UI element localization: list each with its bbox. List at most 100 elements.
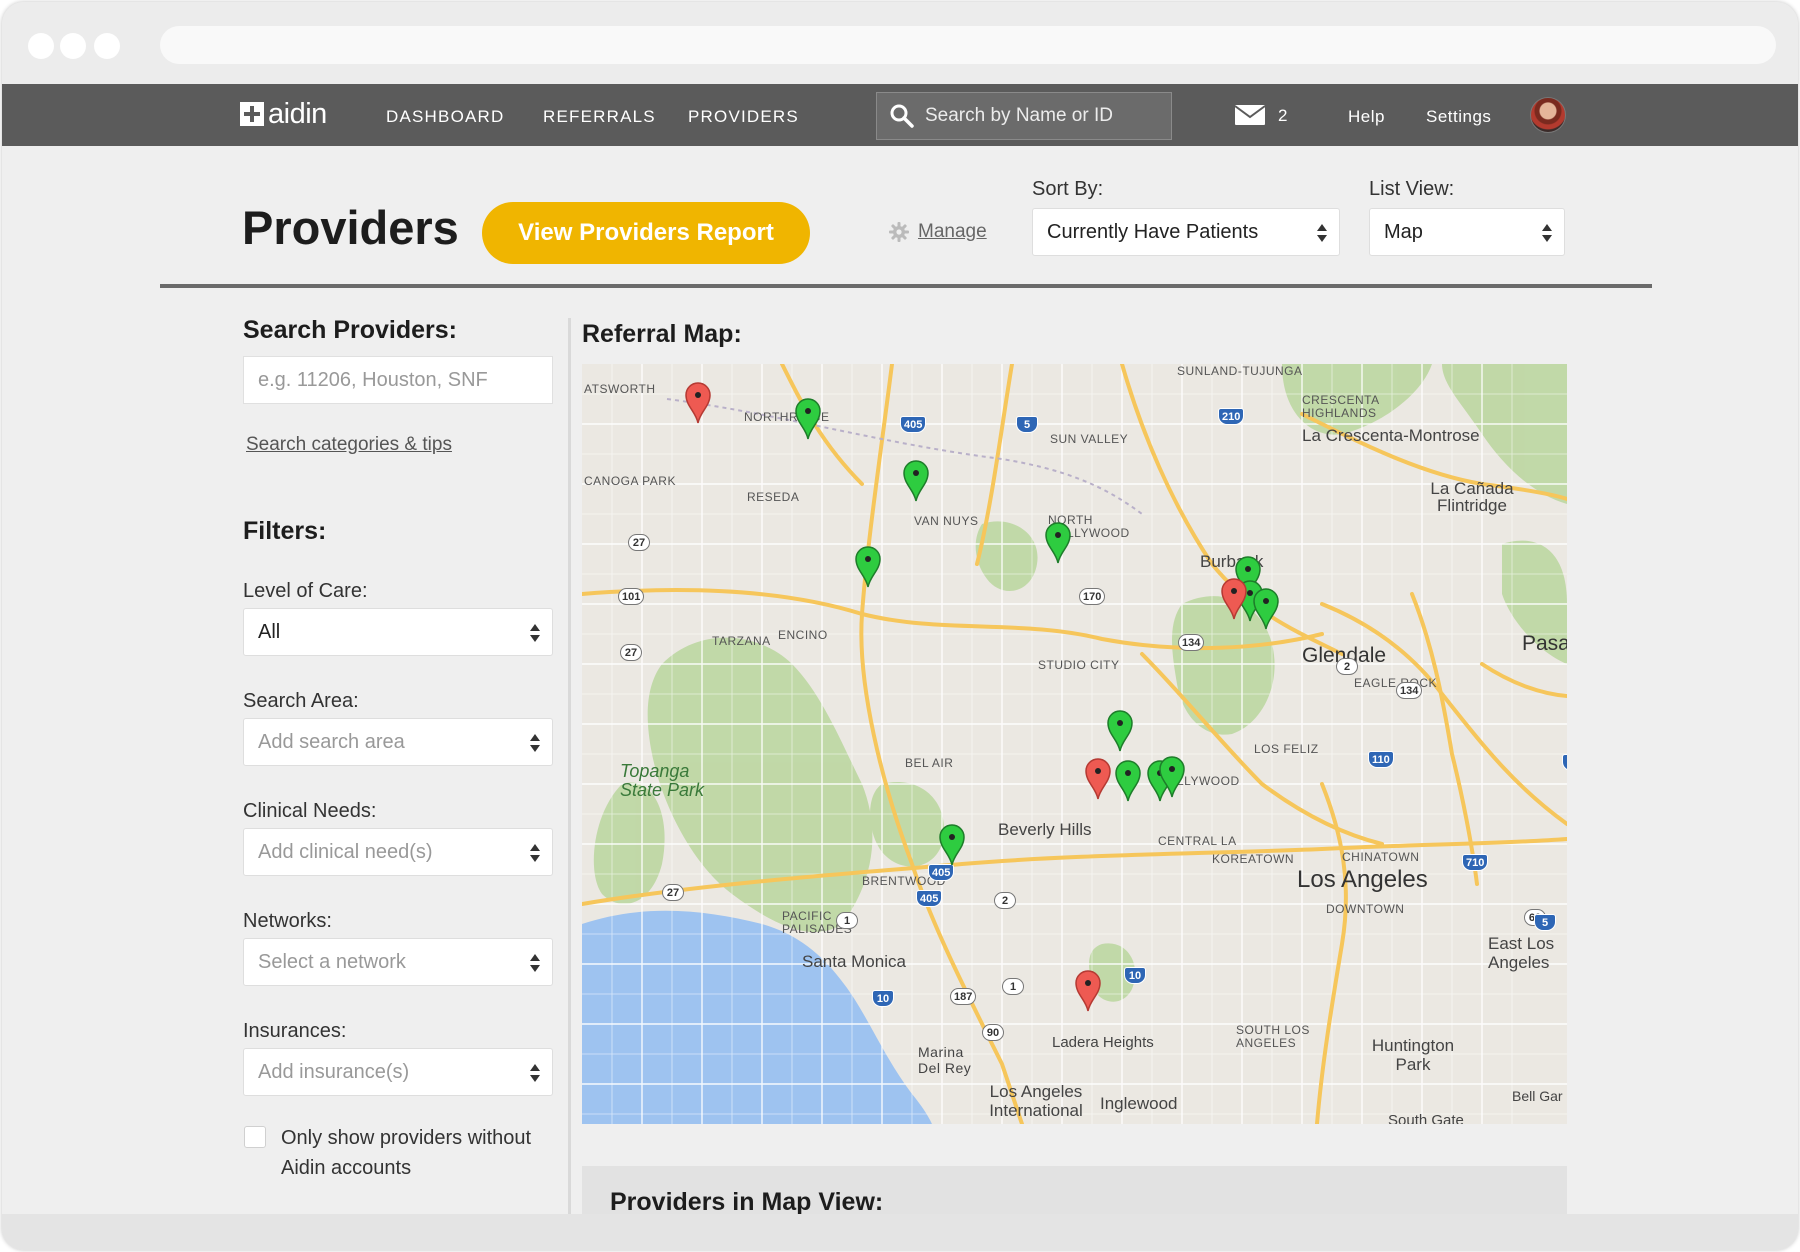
highway-shield: 101: [618, 588, 645, 605]
global-search: [876, 92, 1172, 140]
top-nav: aidin DASHBOARD REFERRALS PROVIDERS 2 He…: [2, 84, 1798, 146]
nav-dashboard[interactable]: DASHBOARD: [386, 107, 505, 127]
highway-shield: 405: [916, 890, 943, 907]
highway-shield: 5: [1016, 416, 1038, 433]
highway-shield: 2: [1336, 658, 1358, 675]
manage-link[interactable]: Manage: [888, 221, 987, 243]
providers-in-map-view-heading: Providers in Map View:: [610, 1188, 884, 1216]
provider-search-input[interactable]: e.g. 11206, Houston, SNF: [243, 356, 553, 404]
highway-shield: 90: [982, 1024, 1004, 1041]
search-tips-link[interactable]: Search categories & tips: [246, 434, 452, 456]
map-label: RESEDA: [747, 490, 800, 504]
search-providers-heading: Search Providers:: [243, 316, 457, 344]
map-label: SUNLAND-TUJUNGA: [1177, 364, 1303, 378]
map-marker-icon: [939, 824, 965, 866]
sort-by-value: Currently Have Patients: [1047, 220, 1259, 243]
sidebar-divider: [568, 318, 571, 1218]
page-title: Providers: [242, 201, 459, 254]
user-avatar[interactable]: [1530, 97, 1566, 133]
search-area-value: Add search area: [258, 730, 405, 753]
level-of-care-select[interactable]: All: [243, 608, 553, 656]
map-pin-green[interactable]: [901, 458, 931, 502]
search-area-select[interactable]: Add search area: [243, 718, 553, 766]
networks-select[interactable]: Select a network: [243, 938, 553, 986]
highway-shield: 5: [1534, 914, 1556, 931]
window-close-dot[interactable]: [28, 33, 54, 59]
map-pin-red[interactable]: [683, 380, 713, 424]
map-pin-green[interactable]: [1251, 586, 1281, 630]
highway-shield: 27: [628, 534, 650, 551]
map-pin-green[interactable]: [1113, 758, 1143, 802]
aidin-logo[interactable]: aidin: [240, 98, 327, 130]
map-label: Beverly Hills: [998, 820, 1092, 839]
level-of-care-value: All: [258, 620, 281, 643]
highway-shield: 210: [1218, 408, 1245, 425]
highway-shield: 10: [872, 990, 894, 1007]
select-arrows-icon: [1317, 223, 1327, 243]
select-arrows-icon: [530, 733, 540, 753]
mail-icon[interactable]: [1234, 104, 1266, 126]
map-label: La Cañada Flintridge: [1430, 479, 1514, 515]
map-pin-green[interactable]: [853, 544, 883, 588]
map-pin-red[interactable]: [1073, 968, 1103, 1012]
map-pin-green[interactable]: [1157, 754, 1187, 798]
highway-shield: 405: [928, 864, 955, 881]
insurances-label: Insurances:: [243, 1020, 347, 1042]
map-marker-icon: [1253, 588, 1279, 630]
map-pin-green[interactable]: [1043, 520, 1073, 564]
plus-logo-icon: [240, 102, 264, 126]
highway-shield: 10: [1124, 967, 1146, 984]
map-label: East Los Angeles: [1488, 934, 1555, 972]
select-arrows-icon: [1542, 223, 1552, 243]
map-label: South Gate: [1388, 1112, 1464, 1124]
referral-map[interactable]: SUNLAND-TUJUNGA CRESCENTA HIGHLANDS La C…: [582, 364, 1567, 1124]
highway-shield: 405: [900, 416, 927, 433]
map-pin-green[interactable]: [1105, 708, 1135, 752]
sort-by-select[interactable]: Currently Have Patients: [1032, 208, 1340, 256]
select-arrows-icon: [530, 623, 540, 643]
select-arrows-icon: [530, 953, 540, 973]
nav-settings[interactable]: Settings: [1426, 107, 1491, 127]
map-label: Inglewood: [1100, 1094, 1178, 1113]
map-pin-green[interactable]: [937, 822, 967, 866]
map-marker-icon: [1075, 970, 1101, 1012]
map-pin-green[interactable]: [793, 396, 823, 440]
map-label: SOUTH LOS ANGELES: [1236, 1023, 1310, 1050]
map-label: Bell Gar: [1512, 1088, 1563, 1104]
list-view-value: Map: [1384, 220, 1423, 243]
filters-heading: Filters:: [243, 517, 327, 545]
highway-shield: 187: [950, 988, 977, 1005]
window-minimize-dot[interactable]: [60, 33, 86, 59]
insurances-select[interactable]: Add insurance(s): [243, 1048, 553, 1096]
highway-shield: 2: [994, 892, 1016, 909]
map-label: La Crescenta-Montrose: [1302, 426, 1480, 445]
clinical-needs-select[interactable]: Add clinical need(s): [243, 828, 553, 876]
map-label: Topanga State Park: [620, 761, 705, 800]
view-providers-report-button[interactable]: View Providers Report: [482, 202, 810, 264]
nav-help[interactable]: Help: [1348, 107, 1385, 127]
no-aidin-account-checkbox[interactable]: [244, 1126, 266, 1148]
gear-icon: [889, 222, 909, 242]
map-marker-icon: [1085, 758, 1111, 800]
map-pin-red[interactable]: [1219, 576, 1249, 620]
map-label: LOS FELIZ: [1254, 742, 1319, 756]
logo-text: aidin: [268, 97, 327, 130]
map-label: VAN NUYS: [914, 514, 979, 528]
message-count-badge[interactable]: 2: [1278, 106, 1287, 126]
map-marker-icon: [1159, 756, 1185, 798]
map-label: ENCINO: [778, 628, 828, 642]
nav-referrals[interactable]: REFERRALS: [543, 107, 656, 127]
nav-providers[interactable]: PROVIDERS: [688, 107, 799, 127]
no-aidin-account-label[interactable]: Only show providers without Aidin accoun…: [281, 1123, 561, 1183]
url-bar[interactable]: [160, 26, 1776, 64]
browser-bottom-edge: [2, 1214, 1798, 1250]
map-label: Los Angeles International: [989, 1082, 1083, 1120]
map-label: CRESCENTA HIGHLANDS: [1302, 393, 1379, 420]
window-maximize-dot[interactable]: [94, 33, 120, 59]
list-view-select[interactable]: Map: [1369, 208, 1565, 256]
sort-by-label: Sort By:: [1032, 178, 1104, 200]
global-search-input[interactable]: [925, 105, 1155, 127]
clinical-needs-value: Add clinical need(s): [258, 840, 433, 863]
map-pin-red[interactable]: [1083, 756, 1113, 800]
map-label: Pasa: [1522, 632, 1567, 655]
